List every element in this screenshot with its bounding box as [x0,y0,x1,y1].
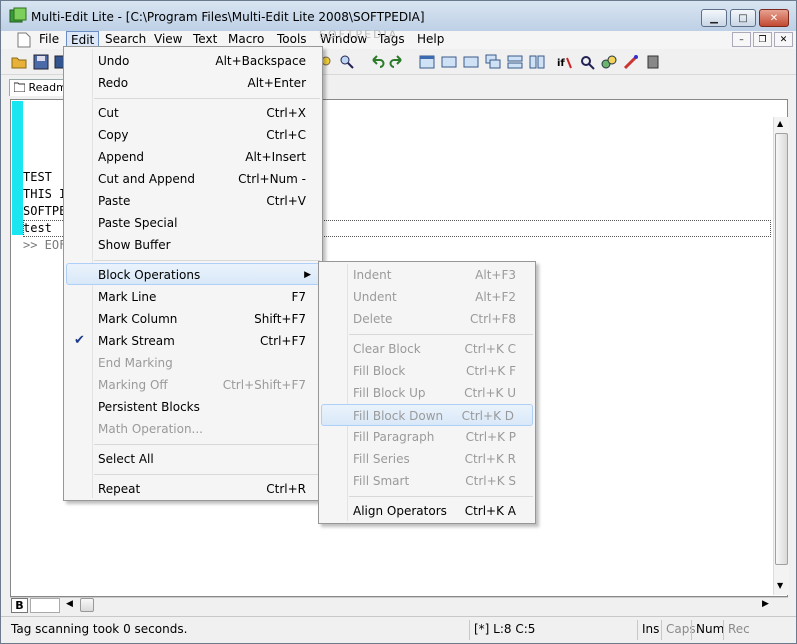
window-icon-2[interactable] [441,54,457,70]
edit-menu: Undo Alt+Backspace Redo Alt+Enter Cut Ctrl+… [63,46,323,501]
menu-item-mark-line[interactable]: Mark Line F7 [68,286,306,308]
status-bar: Tag scanning took 0 seconds. [*] L:8 C:5… [1,616,796,643]
submenu-item-fill-series: Fill Series Ctrl+K R [353,452,516,466]
menu-item-undo[interactable]: Undo Alt+Backspace [68,50,306,72]
cursor-position: [*] L:8 C:5 [469,620,633,640]
menu-item-repeat[interactable]: Repeat Ctrl+R [68,478,306,500]
scroll-up-arrow[interactable]: ▲ [777,119,783,128]
redo-icon[interactable] [389,54,405,70]
scroll-left-arrow[interactable]: ◀ [66,599,73,609]
menu-separator [94,474,320,475]
document-icon [17,32,31,48]
menu-item-cut-and-append[interactable]: Cut and Append Ctrl+Num - [68,168,306,190]
submenu-item-undent: Undent Alt+F2 [353,290,516,304]
watermark: SOFTPEDIA [319,28,399,41]
if-template-icon[interactable]: if [557,54,573,70]
ins-indicator: Ins [637,620,659,640]
menu-item-redo[interactable]: Redo Alt+Enter [68,72,306,94]
menu-item-end-marking: End Marking [98,356,173,370]
menu-help[interactable]: Help [413,31,448,49]
menu-file[interactable]: File [35,31,63,49]
submenu-item-clear-block: Clear Block Ctrl+K C [353,342,516,356]
compile-icon[interactable] [623,54,639,70]
status-message: Tag scanning took 0 seconds. [11,622,188,636]
undo-icon[interactable] [369,54,385,70]
vertical-scrollbar[interactable]: ▲ ▼ [773,117,789,595]
tile-vertical-icon[interactable] [529,54,545,70]
num-indicator: Num [691,620,724,640]
code-line-current: test [23,221,52,235]
folder-icon [13,82,26,93]
open-folder-icon[interactable] [11,54,27,70]
scroll-down-arrow[interactable]: ▼ [777,581,783,590]
mdi-minimize-button[interactable]: – [732,32,751,47]
menu-item-math-operation: Math Operation... [98,422,203,436]
gutter-marker [12,101,23,235]
code-line: SOFTPE [23,204,67,218]
svg-text:if: if [557,58,565,69]
scroll-right-arrow[interactable]: ▶ [762,599,769,609]
app-icon [9,7,27,23]
close-button[interactable]: ✕ [759,9,789,27]
submenu-item-fill-block-up: Fill Block Up Ctrl+K U [353,386,516,400]
bottom-bar: B ◀ ▶ [10,597,788,613]
block-mode-indicator[interactable]: B [11,598,28,613]
menu-item-append[interactable]: Append Alt+Insert [68,146,306,168]
submenu-item-fill-smart: Fill Smart Ctrl+K S [353,474,516,488]
submenu-item-fill-block-down: Fill Block Down Ctrl+K D [321,404,533,426]
menu-separator [94,260,320,261]
menu-item-select-all[interactable]: Select All [68,448,306,470]
menu-item-copy[interactable]: Copy Ctrl+C [68,124,306,146]
title-bar: Multi-Edit Lite - [C:\Program Files\Mult… [1,1,796,31]
submenu-item-delete: Delete Ctrl+F8 [353,312,516,326]
menu-item-mark-column[interactable]: Mark Column Shift+F7 [68,308,306,330]
submenu-item-fill-paragraph: Fill Paragraph Ctrl+K P [353,430,516,444]
menu-separator [94,98,320,99]
eof-marker: >> EOF [23,238,67,252]
menu-item-mark-stream[interactable]: ✔ Mark Stream Ctrl+F7 [68,330,306,352]
link-icon[interactable] [601,54,617,70]
submenu-item-align-operators[interactable]: Align Operators Ctrl+K A [323,500,516,522]
search-icon[interactable] [339,54,355,70]
menu-item-block-operations[interactable]: Block Operations ▶ [66,263,320,285]
menu-item-paste-special[interactable]: Paste Special [68,212,306,234]
tile-horizontal-icon[interactable] [507,54,523,70]
cascade-windows-icon[interactable] [485,54,501,70]
code-line: THIS I [23,187,67,201]
block-operations-submenu: Indent Alt+F3 Undent Alt+F2 Delete Ctrl+F8 … [318,261,536,524]
menu-separator [349,334,533,335]
hscroll-thumb[interactable] [80,598,94,612]
submenu-item-indent: Indent Alt+F3 [353,268,516,282]
menu-item-marking-off: Marking Off Ctrl+Shift+F7 [98,378,306,392]
code-line: TEST [23,170,52,184]
menu-item-persistent-blocks[interactable]: Persistent Blocks [68,396,306,418]
window-icon-3[interactable] [463,54,479,70]
save-icon[interactable] [33,54,49,70]
window-icon-1[interactable] [419,54,435,70]
menu-separator [349,496,533,497]
menu-separator [94,444,320,445]
window-title: Multi-Edit Lite - [C:\Program Files\Mult… [31,10,425,24]
submenu-item-fill-block: Fill Block Ctrl+K F [353,364,516,378]
menu-item-show-buffer[interactable]: Show Buffer [68,234,306,256]
mode-box [30,598,60,613]
tag-search-icon[interactable] [579,54,595,70]
menu-item-paste[interactable]: Paste Ctrl+V [68,190,306,212]
checkmark-icon: ✔ [74,333,85,348]
menu-item-cut[interactable]: Cut Ctrl+X [68,102,306,124]
maximize-button[interactable]: □ [730,9,756,27]
panel-icon[interactable] [645,54,661,70]
minimize-button[interactable]: ▁ [701,9,727,27]
mdi-close-button[interactable]: ✕ [774,32,793,47]
scrollbar-thumb[interactable] [775,133,788,565]
submenu-arrow-icon: ▶ [304,270,311,280]
rec-indicator: Rec [723,620,750,640]
mdi-restore-button[interactable]: ❐ [753,32,772,47]
